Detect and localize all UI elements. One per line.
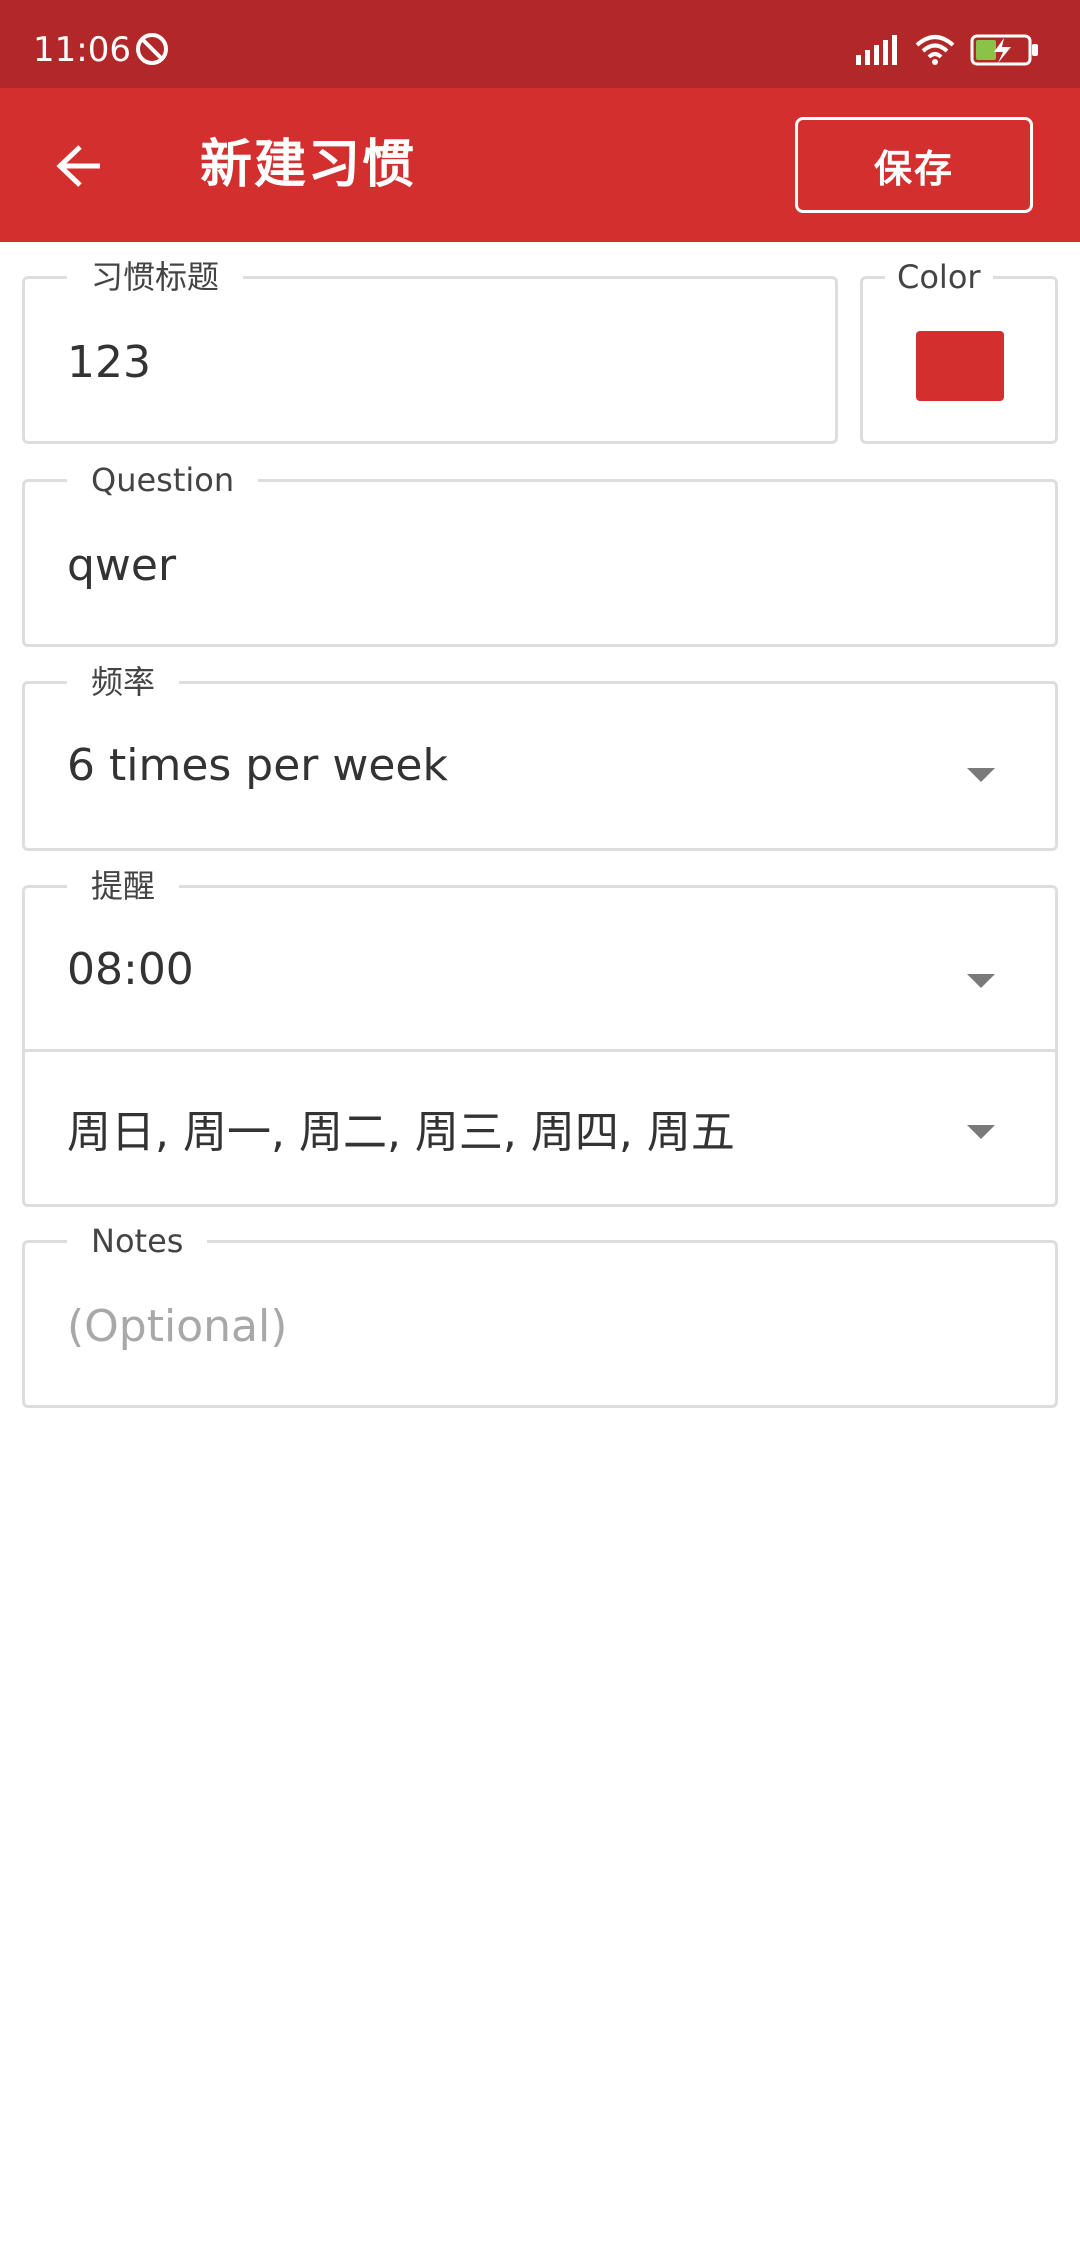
signal-icon <box>856 35 897 65</box>
reminder-days-dropdown[interactable]: 周日, 周一, 周二, 周三, 周四, 周五 <box>25 1052 1055 1207</box>
frequency-dropdown[interactable]: 频率 6 times per week <box>22 662 1058 851</box>
do-not-disturb-icon <box>136 33 168 65</box>
reminder-time-dropdown[interactable]: 08:00 <box>25 888 1055 1049</box>
notes-field[interactable]: Notes (Optional) <box>22 1221 1058 1408</box>
back-button[interactable] <box>40 126 120 206</box>
battery-charging-icon <box>970 34 1038 66</box>
reminder-days-value: 周日, 周一, 周二, 周三, 周四, 周五 <box>67 1107 735 1158</box>
habit-title-label: 习惯标题 <box>67 257 244 297</box>
frequency-label: 频率 <box>67 662 180 702</box>
color-swatch[interactable] <box>916 331 1004 401</box>
color-field[interactable]: Color <box>860 257 1058 444</box>
question-field[interactable]: Question qwer <box>22 460 1058 647</box>
notes-label: Notes <box>67 1221 208 1261</box>
status-icons <box>856 30 1040 70</box>
reminder-time-value: 08:00 <box>67 944 194 995</box>
color-label: Color <box>885 257 993 297</box>
wifi-icon <box>915 35 955 65</box>
question-value: qwer <box>67 540 177 591</box>
chevron-down-icon <box>967 974 995 988</box>
notes-placeholder: (Optional) <box>67 1301 288 1352</box>
frequency-value: 6 times per week <box>67 740 448 791</box>
arrow-left-icon <box>56 145 100 187</box>
chevron-down-icon <box>967 768 995 782</box>
save-button[interactable]: 保存 <box>795 117 1033 213</box>
status-bar: 11:06 <box>0 0 1080 88</box>
page-title: 新建习惯 <box>200 135 417 195</box>
habit-title-field[interactable]: 习惯标题 123 <box>22 257 838 444</box>
reminder-field: 提醒 08:00 周日, 周一, 周二, 周三, 周四, 周五 <box>22 866 1058 1207</box>
app-bar: 新建习惯 保存 <box>0 88 1080 242</box>
habit-title-value: 123 <box>67 337 151 388</box>
status-time: 11:06 <box>33 30 131 70</box>
chevron-down-icon <box>967 1125 995 1139</box>
question-label: Question <box>67 460 259 500</box>
